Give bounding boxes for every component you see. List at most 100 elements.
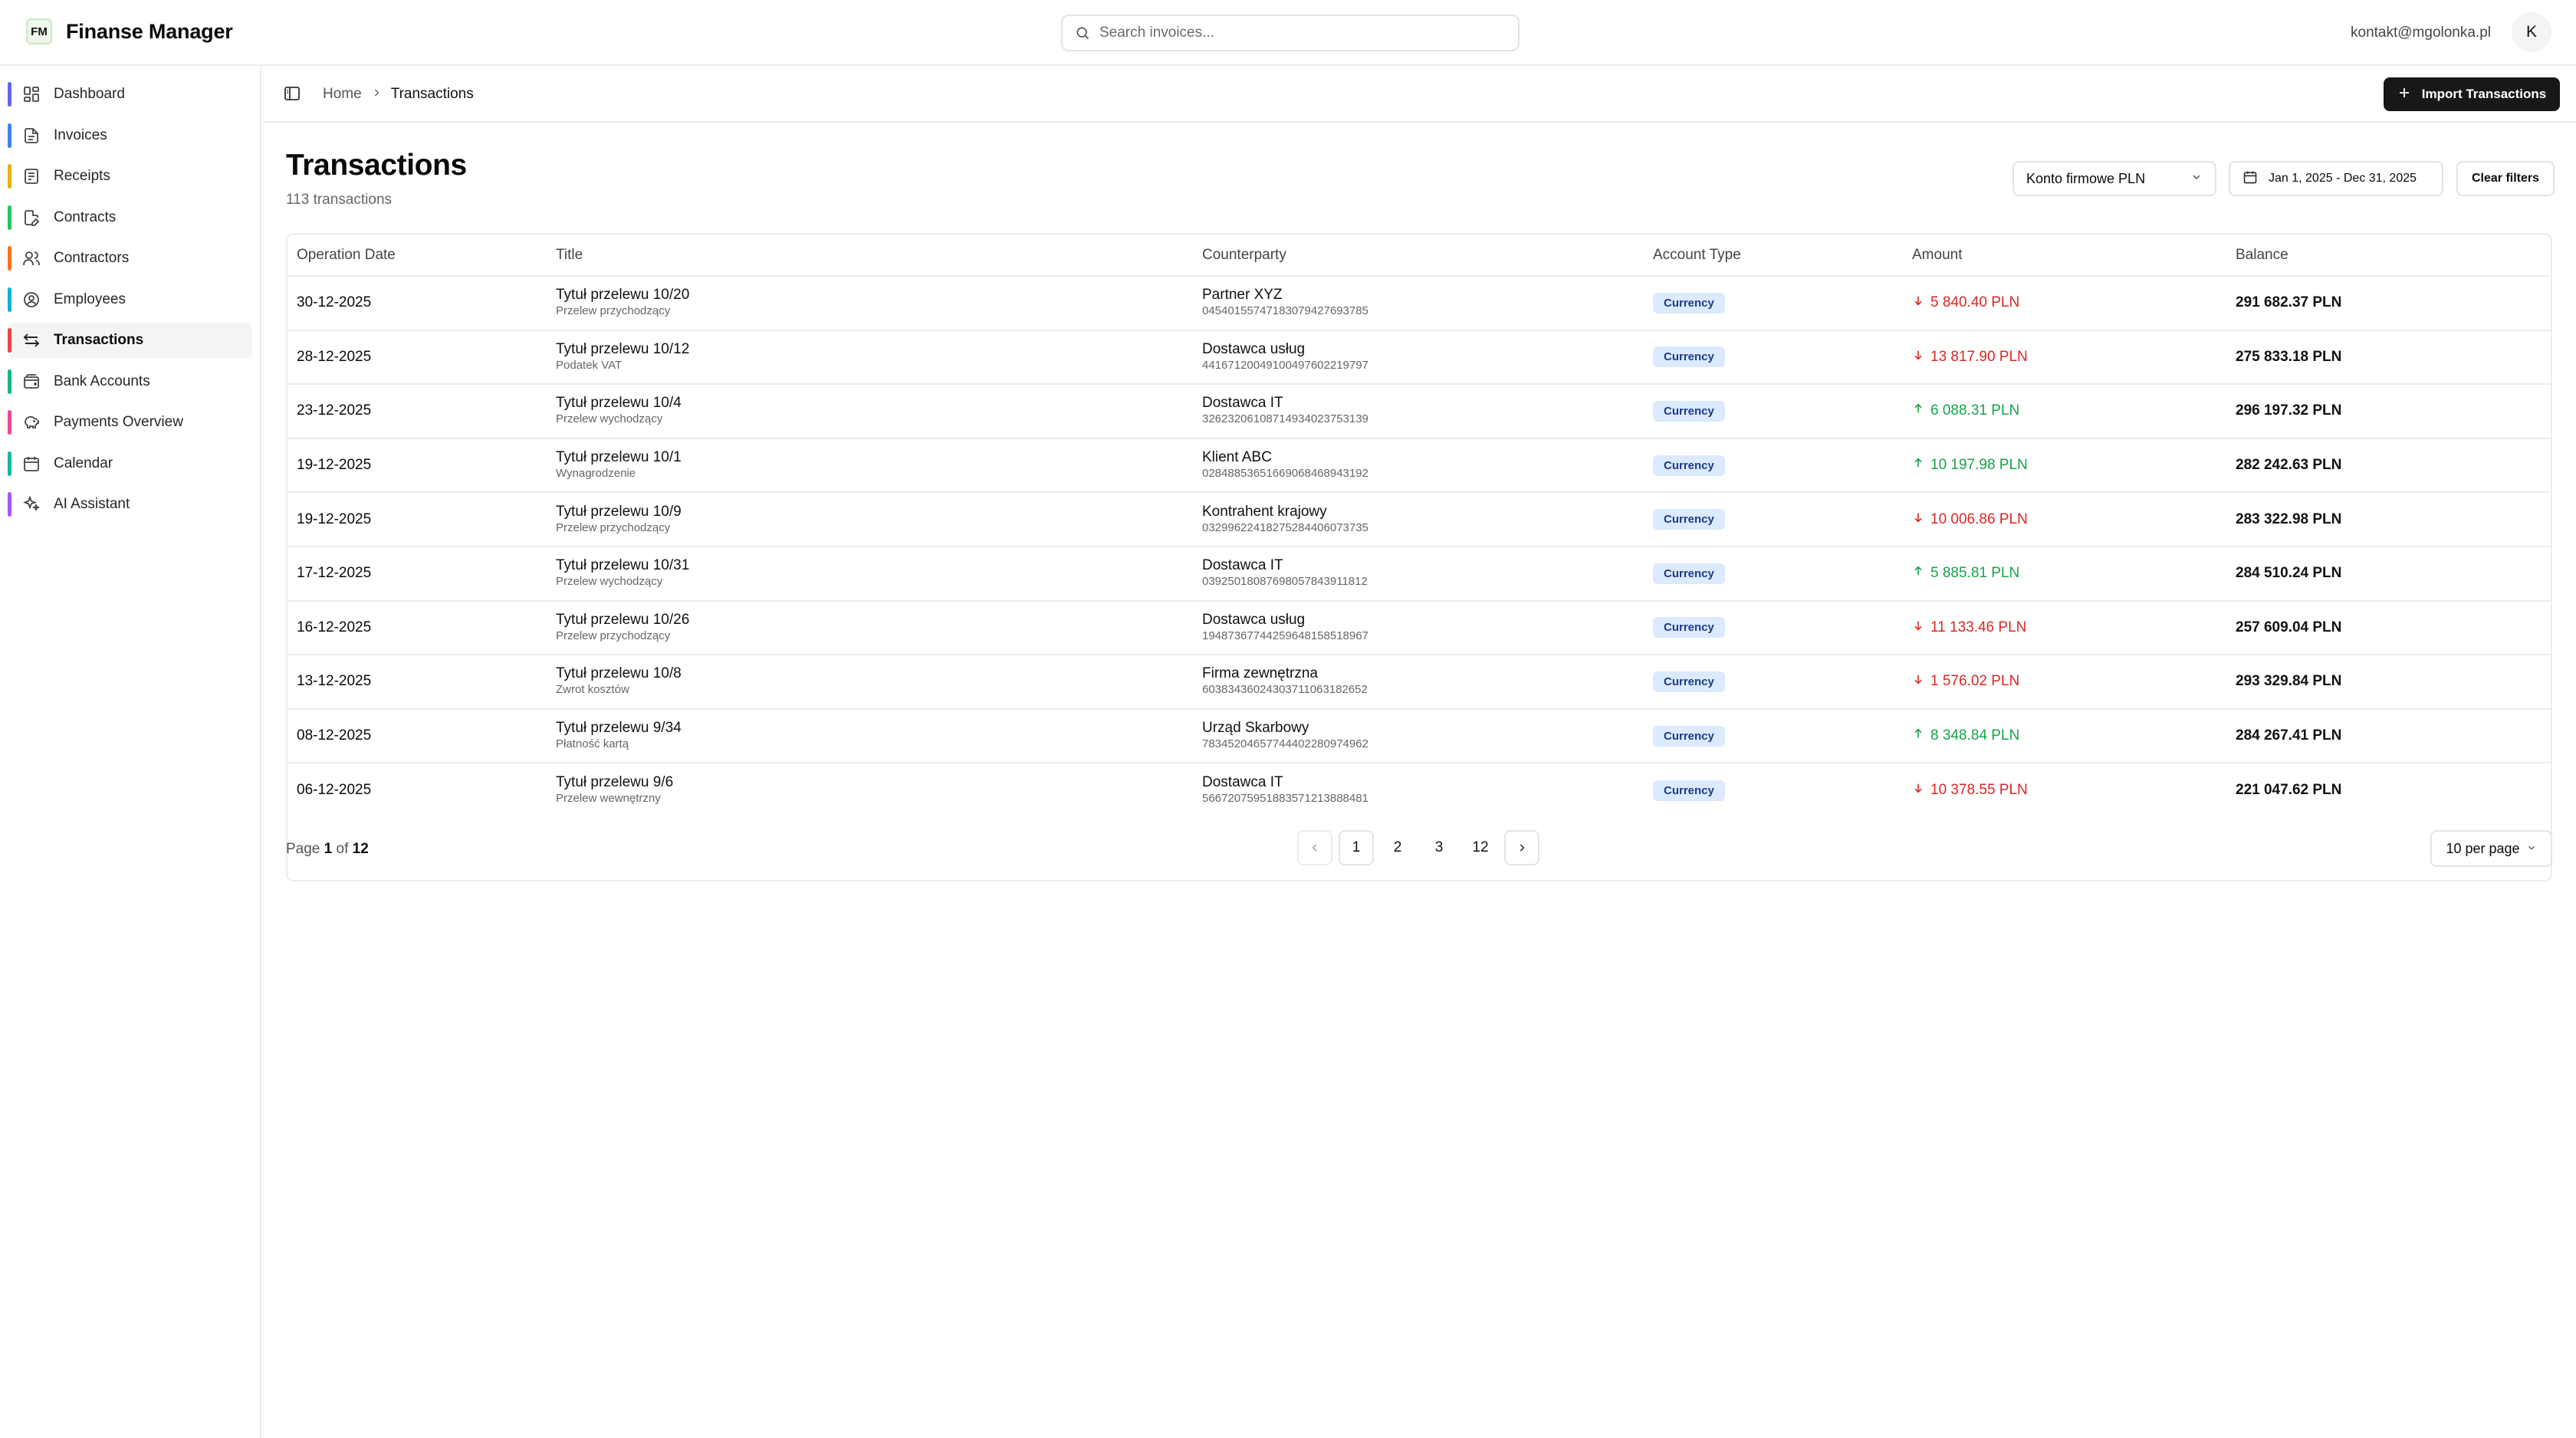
- operation-date: 23-12-2025: [288, 384, 547, 438]
- balance-cell: 282 242.63 PLN: [2226, 438, 2551, 493]
- table-row[interactable]: 23-12-2025 Tytuł przelewu 10/4 Przelew wyc…: [288, 384, 2551, 438]
- amount: 8 348.84 PLN: [1912, 727, 2226, 744]
- counterparty-cell: Dostawca usług 19487367744259648158518967: [1193, 601, 1644, 655]
- transaction-title: Tytuł przelewu 9/34: [556, 720, 682, 737]
- amount: 5 885.81 PLN: [1912, 565, 2226, 582]
- operation-date: 30-12-2025: [288, 276, 547, 330]
- transaction-title: Tytuł przelewu 10/8: [556, 665, 682, 682]
- table-row[interactable]: 16-12-2025 Tytuł przelewu 10/26 Przelew pr…: [288, 601, 2551, 655]
- sidebar-item-bank-accounts[interactable]: Bank Accounts: [8, 364, 252, 399]
- sidebar-item-payments-overview[interactable]: Payments Overview: [8, 405, 252, 440]
- title-cell: Tytuł przelewu 10/1 Wynagrodzenie: [547, 438, 1193, 493]
- counterparty-name: Dostawca IT: [1202, 774, 1283, 791]
- transaction-subtitle: Przelew przychodzący: [556, 629, 671, 642]
- account-type-cell: Currency: [1644, 438, 1903, 493]
- sidebar-item-contractors[interactable]: Contractors: [8, 241, 252, 276]
- chevron-right-icon: [371, 86, 382, 103]
- sidebar-item-employees[interactable]: Employees: [8, 282, 252, 317]
- account-type-badge: Currency: [1653, 455, 1725, 476]
- title-cell: Tytuł przelewu 10/20 Przelew przychodzący: [547, 276, 1193, 330]
- next-page-button[interactable]: [1504, 830, 1539, 865]
- sidebar-item-ai-assistant[interactable]: AI Assistant: [8, 487, 252, 522]
- search-input[interactable]: [1099, 25, 1498, 41]
- sidebar-item-receipts[interactable]: Receipts: [8, 159, 252, 194]
- sidebar-item-contracts[interactable]: Contracts: [8, 200, 252, 235]
- sidebar-item-dashboard[interactable]: Dashboard: [8, 77, 252, 112]
- table-row[interactable]: 19-12-2025 Tytuł przelewu 10/1 Wynagrodzen…: [288, 438, 2551, 493]
- table-row[interactable]: 28-12-2025 Tytuł przelewu 10/12 Podatek VA…: [288, 330, 2551, 385]
- counterparty-name: Firma zewnętrzna: [1202, 665, 1318, 682]
- account-type-cell: Currency: [1644, 384, 1903, 438]
- column-header[interactable]: Counterparty: [1193, 235, 1644, 277]
- table-row[interactable]: 19-12-2025 Tytuł przelewu 10/9 Przelew prz…: [288, 492, 2551, 547]
- balance-cell: 257 609.04 PLN: [2226, 601, 2551, 655]
- sparkle-icon: [21, 494, 41, 514]
- balance-cell: 291 682.37 PLN: [2226, 276, 2551, 330]
- sidebar-item-label: Invoices: [54, 126, 107, 143]
- prev-page-button[interactable]: [1297, 830, 1332, 865]
- import-transactions-button[interactable]: Import Transactions: [2384, 77, 2560, 111]
- account-type-badge: Currency: [1653, 780, 1725, 801]
- balance-cell: 283 322.98 PLN: [2226, 492, 2551, 547]
- account-type-cell: Currency: [1644, 330, 1903, 385]
- column-header[interactable]: Balance: [2226, 235, 2551, 277]
- account-type-cell: Currency: [1644, 763, 1903, 817]
- page-button-3[interactable]: 3: [1421, 830, 1457, 865]
- amount-cell: 6 088.31 PLN: [1903, 384, 2226, 438]
- page-indicator: Page 1 of 12: [286, 841, 369, 858]
- account-select[interactable]: Konto firmowe PLN: [2013, 161, 2216, 196]
- table-row[interactable]: 08-12-2025 Tytuł przelewu 9/34 Płatność ka…: [288, 709, 2551, 763]
- avatar[interactable]: K: [2512, 12, 2551, 52]
- breadcrumb: Home Transactions: [323, 86, 474, 103]
- counterparty-account: 32623206108714934023753139: [1202, 412, 1368, 426]
- current-page: 1: [324, 841, 333, 857]
- date-text: 19-12-2025: [297, 511, 372, 527]
- page-button-1[interactable]: 1: [1339, 830, 1374, 865]
- sidebar-item-label: Receipts: [54, 168, 110, 184]
- clear-filters-button[interactable]: Clear filters: [2456, 161, 2555, 196]
- arrow-down-icon: [1912, 782, 1924, 799]
- sidebar-item-label: Transactions: [54, 332, 144, 348]
- page-button-12[interactable]: 12: [1463, 830, 1498, 865]
- balance-cell: 296 197.32 PLN: [2226, 384, 2551, 438]
- transactions-table: Operation Date Title Counterparty Accoun…: [286, 233, 2552, 882]
- sidebar-item-label: Calendar: [54, 455, 113, 471]
- column-header[interactable]: Account Type: [1644, 235, 1903, 277]
- table-row[interactable]: 06-12-2025 Tytuł przelewu 9/6 Przelew wewn…: [288, 763, 2551, 817]
- sidebar-toggle-icon[interactable]: [283, 84, 303, 104]
- counterparty-cell: Klient ABC 02848853651669068468943192: [1193, 438, 1644, 493]
- date-range-picker[interactable]: Jan 1, 2025 - Dec 31, 2025: [2229, 161, 2443, 196]
- counterparty-account: 19487367744259648158518967: [1202, 629, 1368, 642]
- transaction-title: Tytuł przelewu 10/1: [556, 449, 682, 466]
- chevron-down-icon: [2526, 841, 2537, 857]
- amount-value: 11 133.46 PLN: [1930, 619, 2027, 635]
- breadcrumb-home[interactable]: Home: [323, 86, 362, 103]
- table-row[interactable]: 30-12-2025 Tytuł przelewu 10/20 Przelew pr…: [288, 276, 2551, 330]
- sidebar-item-transactions[interactable]: Transactions: [8, 323, 252, 358]
- amount: 10 197.98 PLN: [1912, 457, 2226, 474]
- search-box[interactable]: [1061, 15, 1520, 51]
- table-row[interactable]: 17-12-2025 Tytuł przelewu 10/31 Przelew wy…: [288, 547, 2551, 601]
- per-page-select[interactable]: 10 per page: [2430, 830, 2552, 867]
- arrow-down-icon: [1912, 349, 1924, 366]
- transaction-title: Tytuł przelewu 10/20: [556, 287, 690, 304]
- column-header[interactable]: Operation Date: [288, 235, 547, 277]
- sidebar-item-calendar[interactable]: Calendar: [8, 446, 252, 481]
- transaction-subtitle: Podatek VAT: [556, 358, 623, 372]
- accent-bar: [8, 328, 12, 353]
- amount-value: 10 197.98 PLN: [1930, 457, 2028, 474]
- counterparty-cell: Firma zewnętrzna 603834360243037110631826…: [1193, 655, 1644, 709]
- date-text: 08-12-2025: [297, 727, 372, 744]
- brand[interactable]: FM Finanse Manager: [26, 18, 233, 44]
- column-header[interactable]: Amount: [1903, 235, 2226, 277]
- sidebar-item-invoices[interactable]: Invoices: [8, 118, 252, 153]
- plus-icon: [2397, 86, 2411, 103]
- account-type-badge: Currency: [1653, 509, 1725, 530]
- arrow-up-icon: [1912, 727, 1924, 744]
- column-header[interactable]: Title: [547, 235, 1193, 277]
- title-cell: Tytuł przelewu 10/12 Podatek VAT: [547, 330, 1193, 385]
- main-content: Home Transactions Import Transactions Tr…: [263, 66, 2576, 1438]
- table-row[interactable]: 13-12-2025 Tytuł przelewu 10/8 Zwrot koszt…: [288, 655, 2551, 709]
- page-button-2[interactable]: 2: [1380, 830, 1415, 865]
- account-type-cell: Currency: [1644, 601, 1903, 655]
